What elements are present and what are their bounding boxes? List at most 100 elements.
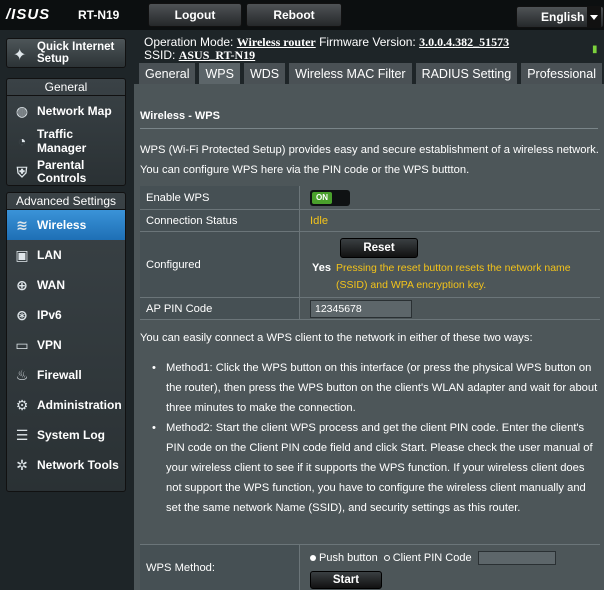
vpn-icon: ▭ [15, 336, 29, 353]
page-title: Wireless - WPS [140, 110, 220, 122]
firmware-label: Firmware Version: [319, 35, 416, 49]
chevron-down-icon [587, 7, 601, 27]
sidebar-item-label: System Log [37, 428, 106, 442]
sidebar-item-system-log[interactable]: ☰ System Log [7, 420, 125, 450]
language-value: English [541, 10, 585, 24]
sidebar-item-label: Controls [37, 171, 87, 185]
tab-bar: General WPS WDS Wireless MAC Filter RADI… [138, 62, 603, 84]
client-pin-input[interactable] [477, 551, 556, 565]
tab-professional[interactable]: Professional [520, 62, 603, 84]
wand-icon: ✦ [13, 47, 27, 64]
tab-wps[interactable]: WPS [198, 62, 241, 84]
tab-wds[interactable]: WDS [242, 62, 287, 84]
operation-mode-link[interactable]: Wireless router [237, 35, 316, 49]
configured-label: Configured [140, 232, 300, 297]
sidebar-item-ipv6[interactable]: ⊛ IPv6 [7, 300, 125, 330]
wps-method-row: WPS Method: Push button Client PIN Code … [140, 544, 600, 590]
howto-intro: You can easily connect a WPS client to t… [140, 332, 533, 344]
quick-setup-label-line2: Setup [37, 53, 69, 65]
connection-status-value: Idle [310, 214, 329, 227]
sidebar-item-label: Network Tools [37, 458, 119, 472]
wps-method-label: WPS Method: [140, 545, 300, 590]
advanced-settings-header: Advanced Settings [7, 193, 125, 210]
sidebar-item-network-map[interactable]: ◍ Network Map [7, 96, 125, 126]
start-button[interactable]: Start [310, 571, 382, 589]
method-1: Method1: Click the WPS button on this in… [150, 358, 598, 418]
connection-status-row: Connection Status Idle [140, 210, 600, 232]
wps-panel: Wireless - WPS WPS (Wi-Fi Protected Setu… [134, 84, 604, 590]
traffic-manager-icon: ◔ [17, 133, 27, 149]
top-bar: /ISUS RT-N19 Logout Reboot English [0, 0, 604, 30]
sidebar-item-firewall[interactable]: ♨ Firewall [7, 360, 125, 390]
method-2: Method2: Start the client WPS process an… [150, 418, 598, 518]
client-pin-radio[interactable] [383, 555, 390, 561]
parental-controls-icon: ⛨ [16, 163, 28, 180]
ssid-label: SSID: [144, 48, 176, 62]
lan-icon: ▣ [15, 246, 29, 263]
sidebar-item-vpn[interactable]: ▭ VPN [7, 330, 125, 360]
sidebar-item-parental-controls[interactable]: ⛨ Parental Controls [7, 156, 125, 185]
toggle-state: ON [312, 191, 332, 204]
system-log-icon: ☰ [15, 426, 29, 443]
enable-wps-row: Enable WPS ON [140, 186, 600, 210]
main-content: Operation Mode: Wireless router Firmware… [134, 30, 604, 590]
page-description: WPS (Wi-Fi Protected Setup) provides eas… [140, 144, 599, 176]
method-list: Method1: Click the WPS button on this in… [150, 358, 598, 518]
tab-general[interactable]: General [138, 62, 197, 84]
sidebar-item-label: IPv6 [37, 308, 62, 322]
firmware-version-link[interactable]: 3.0.0.4.382_51573 [419, 35, 509, 49]
sidebar-item-traffic-manager[interactable]: ◔ Traffic Manager [7, 126, 125, 156]
tab-radius-setting[interactable]: RADIUS Setting [414, 62, 519, 84]
sidebar-item-wireless[interactable]: ≋ Wireless [7, 210, 125, 240]
sidebar-item-label: Network Map [37, 104, 112, 118]
language-select[interactable]: English [516, 6, 604, 28]
push-button-label: Push button [319, 552, 378, 564]
sidebar-item-wan[interactable]: ⊕ WAN [7, 270, 125, 300]
sidebar-item-label: Firewall [37, 368, 82, 382]
configured-row: Configured Reset Yes Pressing the reset … [140, 232, 600, 298]
ap-pin-label: AP PIN Code [140, 298, 300, 319]
sidebar-item-label: LAN [37, 248, 62, 262]
connection-status-label: Connection Status [140, 210, 300, 231]
advanced-settings-section: Advanced Settings ≋ Wireless ▣ LAN ⊕ WAN… [6, 192, 126, 492]
reset-button[interactable]: Reset [340, 238, 418, 258]
tab-wireless-mac-filter[interactable]: Wireless MAC Filter [288, 62, 413, 84]
logout-button[interactable]: Logout [148, 3, 242, 27]
firewall-icon: ♨ [15, 366, 29, 383]
title-divider [140, 128, 598, 129]
enable-wps-label: Enable WPS [140, 186, 300, 209]
enable-wps-toggle[interactable]: ON [310, 189, 350, 206]
sidebar: ✦ Quick Internet Setup General ◍ Network… [0, 30, 132, 590]
client-pin-label: Client PIN Code [392, 552, 472, 564]
sidebar-item-label: Wireless [37, 218, 87, 232]
network-tools-icon: ✲ [16, 456, 28, 473]
network-status-icon[interactable]: ▮ [592, 44, 600, 55]
ap-pin-row: AP PIN Code 12345678 [140, 298, 600, 320]
sidebar-item-label: WAN [37, 278, 65, 292]
ssid-link[interactable]: ASUS_RT-N19 [179, 48, 256, 62]
general-header: General [7, 79, 125, 96]
reboot-button[interactable]: Reboot [246, 3, 342, 27]
administration-icon: ⚙ [15, 396, 29, 413]
network-map-icon: ◍ [15, 102, 29, 119]
sidebar-item-label: VPN [37, 338, 62, 352]
asus-logo: /ISUS [6, 6, 51, 23]
sidebar-item-administration[interactable]: ⚙ Administration [7, 390, 125, 420]
push-button-radio[interactable] [310, 555, 316, 561]
model-name: RT-N19 [78, 8, 120, 22]
operation-mode-label: Operation Mode: [144, 35, 234, 49]
quick-setup-label-line1: Quick Internet [37, 41, 115, 53]
wan-icon: ⊕ [16, 276, 28, 293]
configured-value: Yes [312, 262, 331, 274]
reset-note: Pressing the reset button resets the net… [336, 262, 571, 291]
sidebar-item-label: Traffic Manager [37, 127, 87, 155]
ap-pin-value: 12345678 [310, 299, 412, 318]
ipv6-icon: ⊛ [16, 306, 28, 323]
quick-internet-setup-button[interactable]: ✦ Quick Internet Setup [6, 38, 126, 68]
sidebar-item-network-tools[interactable]: ✲ Network Tools [7, 450, 125, 480]
sidebar-item-lan[interactable]: ▣ LAN [7, 240, 125, 270]
ssid-line: SSID: ASUS_RT-N19 [144, 48, 255, 63]
sidebar-item-label: Administration [37, 398, 122, 412]
wireless-icon: ≋ [16, 216, 28, 233]
general-section: General ◍ Network Map ◔ Traffic Manager … [6, 78, 126, 186]
